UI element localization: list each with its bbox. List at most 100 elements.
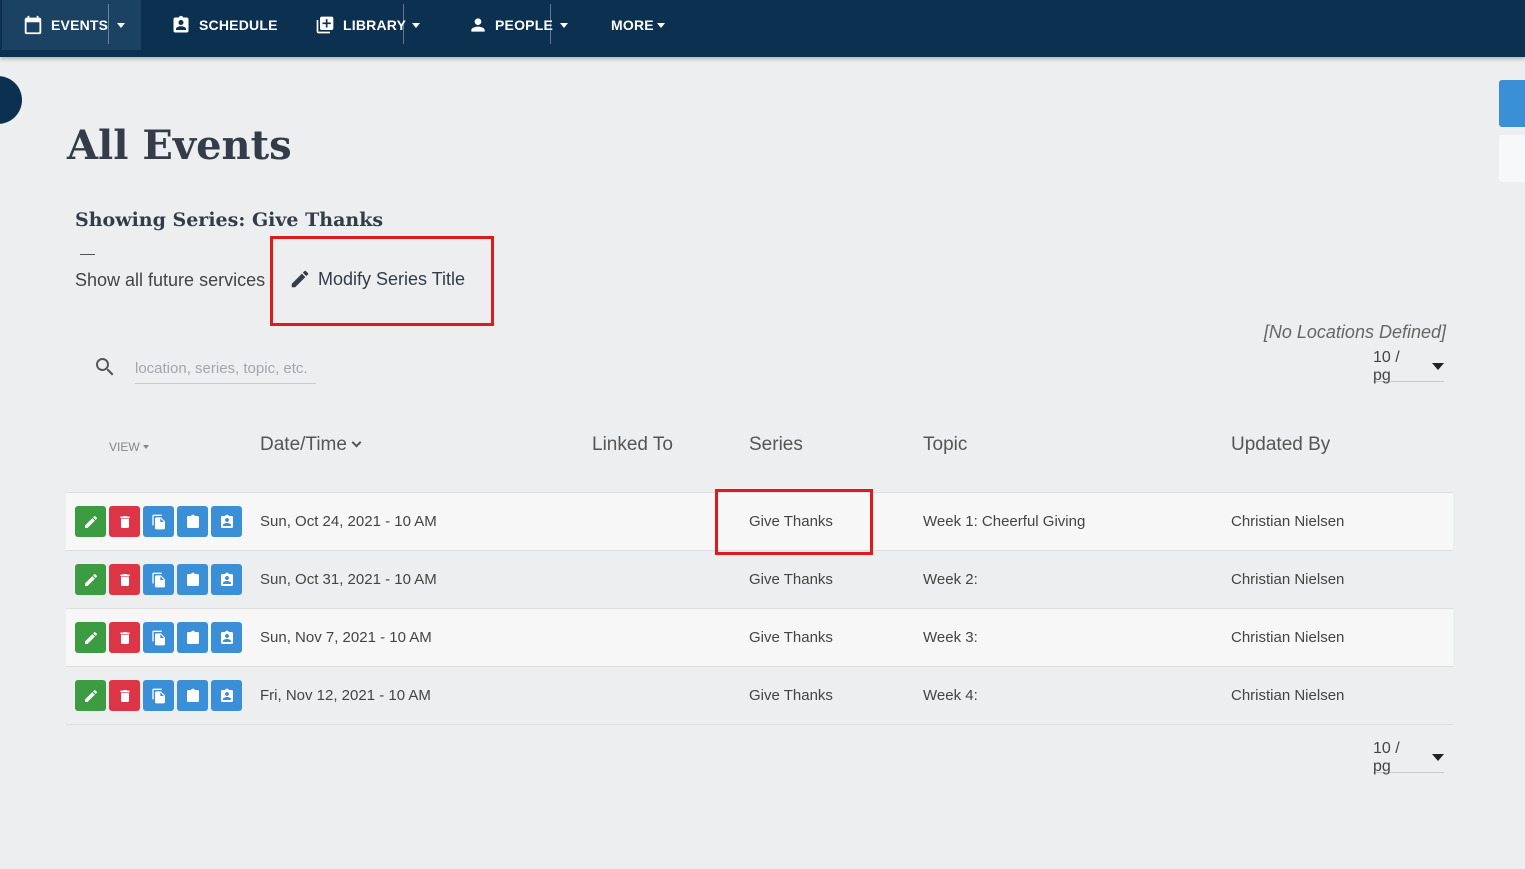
- trash-icon: [119, 631, 130, 644]
- assignment-ind-icon: [220, 630, 233, 644]
- calendar-icon: [24, 15, 42, 35]
- nav-schedule[interactable]: SCHEDULE: [171, 0, 278, 50]
- column-header-linked-to: Linked To: [592, 434, 673, 455]
- copy-icon: [151, 688, 165, 703]
- copy-icon: [151, 514, 165, 529]
- edit-button[interactable]: [75, 622, 106, 653]
- nav-more[interactable]: MORE: [611, 0, 665, 50]
- cell-datetime[interactable]: Sun, Oct 31, 2021 - 10 AM: [260, 571, 437, 588]
- caret-down-icon: [560, 22, 568, 28]
- page-title: All Events: [67, 122, 292, 169]
- no-locations-text: [No Locations Defined]: [1263, 322, 1446, 342]
- nav-divider: [108, 4, 109, 44]
- notes-button[interactable]: [177, 680, 208, 711]
- notes-button[interactable]: [177, 622, 208, 653]
- per-page-value: 10 / pg: [1373, 739, 1400, 775]
- cell-series[interactable]: Give Thanks: [749, 629, 833, 646]
- edit-button[interactable]: [75, 506, 106, 537]
- cell-updated-by: Christian Nielsen: [1231, 513, 1345, 530]
- copy-icon: [151, 572, 165, 587]
- trash-icon: [119, 573, 130, 586]
- column-header-series: Series: [749, 434, 803, 455]
- pencil-icon: [84, 689, 97, 702]
- notes-button[interactable]: [177, 506, 208, 537]
- delete-button[interactable]: [109, 506, 140, 537]
- assignment-ind-icon: [220, 572, 233, 586]
- nav-events-dropdown[interactable]: [111, 0, 131, 50]
- assignment-ind-icon: [220, 688, 233, 702]
- highlight-box: [715, 489, 873, 555]
- nav-people-label: PEOPLE: [495, 17, 553, 33]
- table-row: Sun, Oct 31, 2021 - 10 AM Give Thanks We…: [66, 550, 1453, 608]
- copy-button[interactable]: [143, 564, 174, 595]
- cell-topic[interactable]: Week 2:: [923, 571, 978, 588]
- caret-down-icon: [1432, 363, 1444, 370]
- trash-icon: [119, 515, 130, 528]
- show-future-services-link[interactable]: Show all future services: [75, 270, 265, 291]
- column-header-datetime[interactable]: Date/Time: [260, 434, 362, 456]
- delete-button[interactable]: [109, 680, 140, 711]
- clipboard-icon: [186, 572, 199, 586]
- top-nav: EVENTS SCHEDULE LIBRARY PEOPLE MORE: [0, 0, 1525, 57]
- notes-button[interactable]: [177, 564, 208, 595]
- delete-button[interactable]: [109, 622, 140, 653]
- right-panel-tab-secondary[interactable]: [1499, 135, 1525, 182]
- search-icon: [96, 358, 114, 376]
- schedule-icon: [173, 15, 189, 33]
- view-dropdown[interactable]: VIEW: [109, 440, 149, 454]
- copy-button[interactable]: [143, 622, 174, 653]
- table-row: Fri, Nov 12, 2021 - 10 AM Give Thanks We…: [66, 666, 1453, 724]
- cell-series[interactable]: Give Thanks: [749, 687, 833, 704]
- pencil-icon: [84, 573, 97, 586]
- nav-divider: [550, 4, 551, 44]
- column-header-topic: Topic: [923, 434, 968, 455]
- per-page-select-top[interactable]: 10 / pg: [1373, 349, 1444, 384]
- cell-updated-by: Christian Nielsen: [1231, 629, 1345, 646]
- nav-schedule-label: SCHEDULE: [199, 17, 278, 33]
- cell-topic[interactable]: Week 4:: [923, 687, 978, 704]
- nav-people[interactable]: PEOPLE: [468, 0, 553, 50]
- cell-topic[interactable]: Week 3:: [923, 629, 978, 646]
- copy-button[interactable]: [143, 506, 174, 537]
- column-header-updated-by: Updated By: [1231, 434, 1331, 455]
- pencil-icon: [84, 515, 97, 528]
- cell-datetime[interactable]: Fri, Nov 12, 2021 - 10 AM: [260, 687, 431, 704]
- per-page-select-bottom[interactable]: 10 / pg: [1373, 739, 1444, 775]
- people-button[interactable]: [211, 564, 242, 595]
- nav-events-label: EVENTS: [51, 17, 109, 33]
- clipboard-icon: [186, 688, 199, 702]
- copy-button[interactable]: [143, 680, 174, 711]
- nav-library-label: LIBRARY: [343, 17, 407, 33]
- assignment-ind-icon: [220, 514, 233, 528]
- nav-people-dropdown[interactable]: [554, 0, 574, 50]
- clipboard-icon: [186, 630, 199, 644]
- view-label: VIEW: [109, 440, 140, 454]
- cell-series[interactable]: Give Thanks: [749, 571, 833, 588]
- delete-button[interactable]: [109, 564, 140, 595]
- copy-icon: [151, 630, 165, 645]
- nav-more-label: MORE: [611, 17, 654, 33]
- cell-updated-by: Christian Nielsen: [1231, 571, 1345, 588]
- search-input[interactable]: [135, 354, 316, 384]
- cell-datetime[interactable]: Sun, Oct 24, 2021 - 10 AM: [260, 513, 437, 530]
- cell-datetime[interactable]: Sun, Nov 7, 2021 - 10 AM: [260, 629, 432, 646]
- column-header-datetime-label: Date/Time: [260, 434, 347, 455]
- pencil-icon: [84, 631, 97, 644]
- nav-library[interactable]: LIBRARY: [315, 0, 406, 50]
- caret-down-icon: [412, 22, 420, 28]
- sidebar-toggle-button[interactable]: [0, 76, 22, 124]
- nav-divider: [403, 4, 404, 44]
- nav-library-dropdown[interactable]: [406, 0, 426, 50]
- edit-button[interactable]: [75, 680, 106, 711]
- people-button[interactable]: [211, 622, 242, 653]
- table-bottom-border: [66, 724, 1453, 725]
- clipboard-icon: [186, 514, 199, 528]
- cell-topic[interactable]: Week 1: Cheerful Giving: [923, 513, 1085, 530]
- caret-down-icon: [1432, 754, 1444, 761]
- caret-down-icon: [117, 22, 125, 28]
- edit-button[interactable]: [75, 564, 106, 595]
- right-panel-tab[interactable]: [1499, 80, 1525, 127]
- people-button[interactable]: [211, 680, 242, 711]
- cell-updated-by: Christian Nielsen: [1231, 687, 1345, 704]
- people-button[interactable]: [211, 506, 242, 537]
